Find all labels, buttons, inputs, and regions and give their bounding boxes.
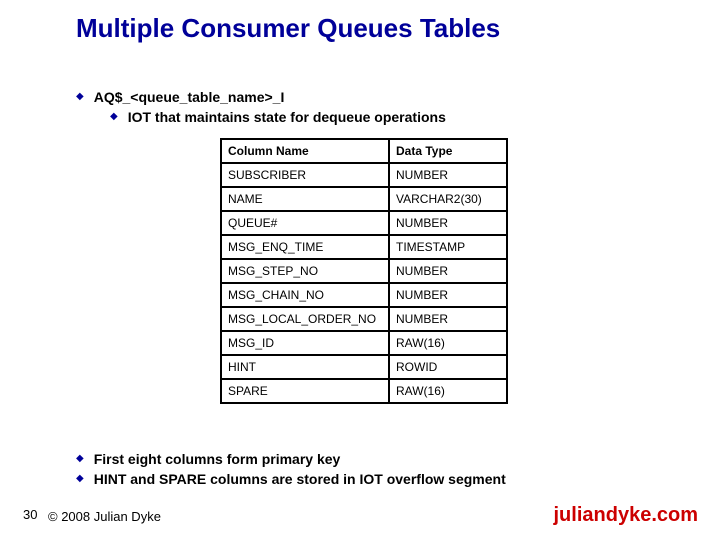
cell-colname: SPARE xyxy=(221,379,389,403)
copyright-text: © 2008 Julian Dyke xyxy=(48,509,161,524)
bullet-level1: ◆ AQ$_<queue_table_name>_I xyxy=(76,88,656,106)
bullet-text: First eight columns form primary key xyxy=(94,450,341,468)
table-row: MSG_LOCAL_ORDER_NONUMBER xyxy=(221,307,507,331)
bullet-text: IOT that maintains state for dequeue ope… xyxy=(128,108,446,126)
slide: Multiple Consumer Queues Tables ◆ AQ$_<q… xyxy=(0,0,720,540)
body-content: ◆ AQ$_<queue_table_name>_I ◆ IOT that ma… xyxy=(76,88,656,126)
table-row: MSG_IDRAW(16) xyxy=(221,331,507,355)
cell-datatype: ROWID xyxy=(389,355,507,379)
cell-colname: MSG_ID xyxy=(221,331,389,355)
diamond-bullet-icon: ◆ xyxy=(76,91,84,102)
cell-datatype: TIMESTAMP xyxy=(389,235,507,259)
table-row: MSG_STEP_NONUMBER xyxy=(221,259,507,283)
columns-table: Column Name Data Type SUBSCRIBERNUMBER N… xyxy=(220,138,508,404)
header-column-name: Column Name xyxy=(221,139,389,163)
cell-datatype: NUMBER xyxy=(389,163,507,187)
table-row: QUEUE#NUMBER xyxy=(221,211,507,235)
slide-title: Multiple Consumer Queues Tables xyxy=(76,14,500,44)
site-url: juliandyke.com xyxy=(554,504,699,527)
table-row: MSG_CHAIN_NONUMBER xyxy=(221,283,507,307)
bullet-text: AQ$_<queue_table_name>_I xyxy=(94,88,285,106)
cell-datatype: RAW(16) xyxy=(389,379,507,403)
diamond-bullet-icon: ◆ xyxy=(76,473,84,484)
bullet-level1: ◆ First eight columns form primary key xyxy=(76,450,506,468)
cell-colname: QUEUE# xyxy=(221,211,389,235)
header-data-type: Data Type xyxy=(389,139,507,163)
diamond-bullet-icon: ◆ xyxy=(110,111,118,122)
table-row: SPARERAW(16) xyxy=(221,379,507,403)
cell-colname: SUBSCRIBER xyxy=(221,163,389,187)
cell-colname: MSG_LOCAL_ORDER_NO xyxy=(221,307,389,331)
table-row: MSG_ENQ_TIMETIMESTAMP xyxy=(221,235,507,259)
table-row: HINTROWID xyxy=(221,355,507,379)
footer-bullets: ◆ First eight columns form primary key ◆… xyxy=(76,450,506,490)
cell-datatype: VARCHAR2(30) xyxy=(389,187,507,211)
bullet-level1: ◆ HINT and SPARE columns are stored in I… xyxy=(76,470,506,488)
cell-colname: MSG_STEP_NO xyxy=(221,259,389,283)
diamond-bullet-icon: ◆ xyxy=(76,453,84,464)
table-row: SUBSCRIBERNUMBER xyxy=(221,163,507,187)
bullet-level2: ◆ IOT that maintains state for dequeue o… xyxy=(110,108,656,126)
cell-colname: MSG_ENQ_TIME xyxy=(221,235,389,259)
bullet-text: HINT and SPARE columns are stored in IOT… xyxy=(94,470,506,488)
cell-colname: NAME xyxy=(221,187,389,211)
page-number: 30 xyxy=(23,507,37,522)
cell-datatype: NUMBER xyxy=(389,211,507,235)
cell-colname: MSG_CHAIN_NO xyxy=(221,283,389,307)
cell-datatype: NUMBER xyxy=(389,283,507,307)
cell-datatype: NUMBER xyxy=(389,307,507,331)
table-header-row: Column Name Data Type xyxy=(221,139,507,163)
table-row: NAMEVARCHAR2(30) xyxy=(221,187,507,211)
cell-datatype: RAW(16) xyxy=(389,331,507,355)
cell-datatype: NUMBER xyxy=(389,259,507,283)
cell-colname: HINT xyxy=(221,355,389,379)
